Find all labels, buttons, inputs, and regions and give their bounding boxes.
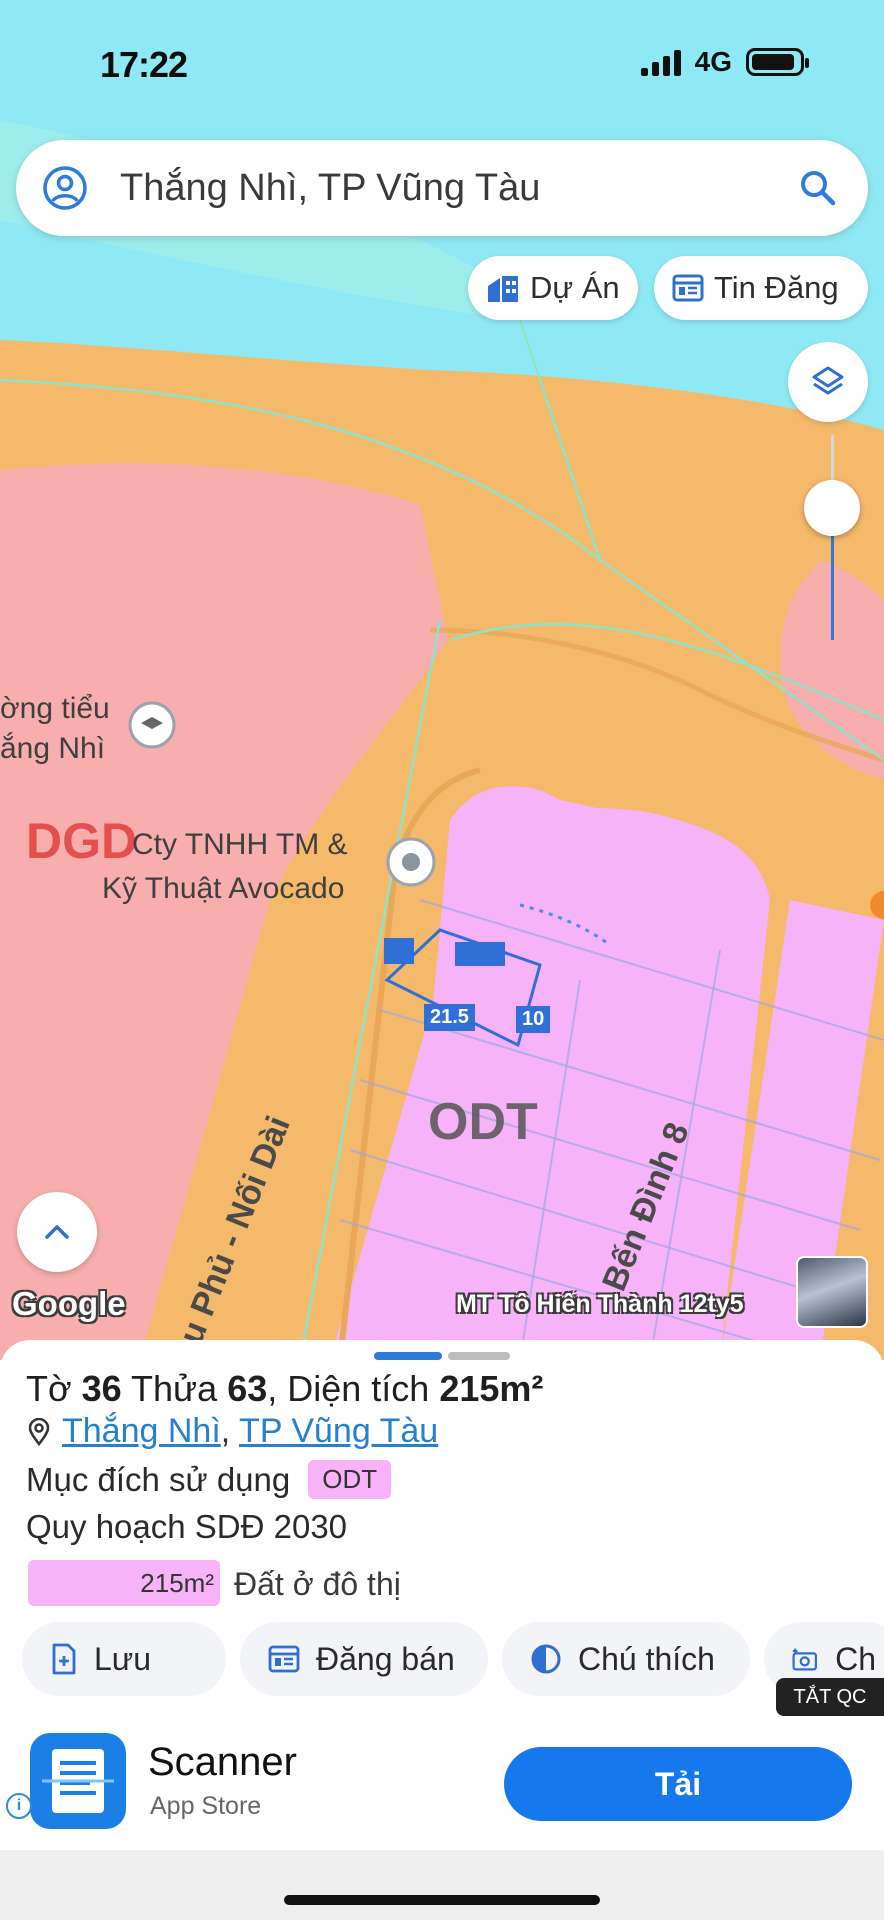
post-sale-button-label: Đăng bán [316,1640,455,1677]
network-type: 4G [694,46,732,77]
expand-button[interactable] [17,1192,97,1272]
user-circle-icon[interactable] [42,165,88,211]
bottom-strip [0,1850,884,1920]
ad-store-name: App Store [150,1792,262,1820]
search-input[interactable]: Thắng Nhì, TP Vũng Tàu [120,167,798,210]
photo-button-label: Ch [835,1640,876,1677]
newspaper-icon [672,274,704,302]
chip-tin-dang-label: Tin Đăng [714,270,839,305]
parcel-summary: Tờ 36 Thửa 63, Diện tích 215m² [26,1368,544,1409]
area-value: 215m² [439,1368,544,1409]
area-label: Diện tích [287,1368,430,1409]
thua-value: 63 [227,1368,268,1409]
map-label-company-1: Cty TNHH TM & [132,828,348,861]
legend-button-label: Chú thích [578,1640,715,1677]
plan-area-desc: Đất ở đô thị [234,1566,401,1602]
buildings-icon [488,276,518,302]
search-bar[interactable]: Thắng Nhì, TP Vũng Tàu [16,140,868,236]
sheet-handle-inactive[interactable] [448,1352,510,1360]
thua-label: Thửa [131,1368,218,1409]
location-pin-icon [28,1417,50,1446]
calendar-icon [268,1645,300,1673]
parcel-location: Thắng Nhì, TP Vũng Tàu [28,1412,438,1451]
legend-button[interactable]: Chú thích [502,1622,750,1696]
contrast-icon [531,1644,561,1674]
sheet-handle-active[interactable] [374,1352,442,1360]
ad-app-name: Scanner [148,1740,297,1784]
save-button[interactable]: Lưu [22,1622,226,1696]
status-time: 17:22 [100,44,188,85]
zone-label-odt: ODT [428,1093,538,1151]
listing-thumbnail[interactable] [796,1256,868,1328]
purpose-label: Mục đích sử dụng [26,1460,291,1498]
save-doc-icon [52,1643,76,1675]
parcel-dimension-long: 21.5 [424,1004,475,1031]
to-value: 36 [81,1368,122,1409]
map-label-school-2: ắng Nhì [0,732,106,765]
status-icons: 4G [640,46,809,78]
parcel-dimension-short: 10 [516,1006,551,1033]
map-label-school-1: ờng tiểu [0,692,110,725]
zone-label-dgd: DGD [26,813,138,869]
ward-link[interactable]: Thắng Nhì [62,1412,221,1450]
google-attribution: Google [12,1285,126,1322]
to-label: Tờ [26,1368,72,1409]
close-ad-button[interactable]: TẮT QC [776,1678,884,1716]
chip-du-an[interactable]: Dự Án [468,256,638,320]
listing-caption[interactable]: MT Tô Hiến Thành 12ty5 [456,1290,744,1319]
post-sale-button[interactable]: Đăng bán [240,1622,488,1696]
chevron-up-icon [45,1225,69,1239]
opacity-slider-knob[interactable] [804,480,860,536]
save-button-label: Lưu [94,1640,152,1677]
battery-icon [746,48,809,76]
signal-icon [640,48,681,76]
search-icon[interactable] [798,168,838,208]
ad-info-icon[interactable]: i [6,1793,32,1819]
plan-area-bar: 215m² [28,1560,220,1606]
purpose-tag: ODT [308,1460,392,1499]
home-indicator[interactable] [284,1895,600,1905]
layers-icon [812,366,844,395]
plan-label: Quy hoạch SDĐ 2030 [26,1508,348,1545]
chip-tin-dang[interactable]: Tin Đăng [654,256,868,320]
land-use-purpose: Mục đích sử dụng ODT [26,1460,392,1499]
download-button[interactable]: Tải [504,1747,852,1821]
camera-plus-icon [792,1648,818,1671]
scanner-doc-icon [42,1749,114,1813]
city-link[interactable]: TP Vũng Tàu [239,1412,438,1450]
scanner-app-icon[interactable] [30,1733,126,1829]
chip-du-an-label: Dự Án [530,270,620,305]
map-label-company-2: Kỹ Thuật Avocado [102,872,345,905]
layers-button[interactable] [788,342,868,422]
